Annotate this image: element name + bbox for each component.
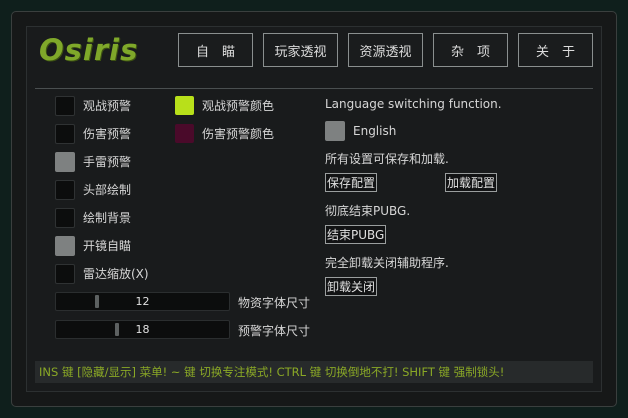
load-config-button[interactable]: 加载配置 xyxy=(445,173,498,192)
language-description: Language switching function. xyxy=(325,97,502,111)
color-option-label: 伤害预警颜色 xyxy=(202,127,275,141)
language-option-label: English xyxy=(353,123,397,138)
app-logo: Osiris xyxy=(39,33,139,67)
checkbox[interactable] xyxy=(55,263,75,284)
slider-handle[interactable] xyxy=(114,323,119,336)
language-option-english[interactable]: English xyxy=(325,120,396,141)
end-game-button[interactable]: 结束PUBG xyxy=(325,225,387,244)
slider-handle[interactable] xyxy=(94,295,99,308)
tab-player-esp[interactable]: 玩家透视 xyxy=(263,33,338,67)
color-swatch[interactable] xyxy=(175,96,194,115)
slider-value: 12 xyxy=(135,295,150,308)
checkbox[interactable] xyxy=(55,123,75,144)
checkbox[interactable] xyxy=(55,151,75,172)
hotkey-hint-text: INS 键 [隐藏/显示] 菜单! ~ 键 切换专注模式! CTRL 键 切换倒… xyxy=(39,365,505,379)
color-option-label: 观战预警颜色 xyxy=(202,99,275,113)
checkbox-row-scope-aim[interactable]: 开镜自瞄 xyxy=(55,235,131,256)
checkbox-row-spectator-warning[interactable]: 观战预警 xyxy=(55,95,131,116)
hotkey-hint-bar: INS 键 [隐藏/显示] 菜单! ~ 键 切换专注模式! CTRL 键 切换倒… xyxy=(35,361,593,383)
checkbox-label: 观战预警 xyxy=(83,99,132,113)
color-swatch[interactable] xyxy=(175,124,194,143)
checkbox-label: 头部绘制 xyxy=(83,183,132,197)
tab-aimbot[interactable]: 自 瞄 xyxy=(178,33,253,67)
checkbox-label: 雷达缩放(X) xyxy=(83,267,149,281)
checkbox-label: 绘制背景 xyxy=(83,211,132,225)
tab-item-esp[interactable]: 资源透视 xyxy=(348,33,423,67)
header-divider xyxy=(35,88,593,89)
color-option-spectator-warning[interactable]: 观战预警颜色 xyxy=(175,95,274,116)
warning-font-size-label: 预警字体尺寸 xyxy=(238,324,311,338)
checkbox-label: 开镜自瞄 xyxy=(83,239,132,253)
slider-value: 18 xyxy=(135,323,150,336)
save-description: 所有设置可保存和加载. xyxy=(325,152,449,166)
checkbox-row-grenade-warning[interactable]: 手雷预警 xyxy=(55,151,131,172)
checkbox[interactable] xyxy=(55,179,75,200)
end-game-description: 彻底结束PUBG. xyxy=(325,204,411,218)
checkbox-row-head-draw[interactable]: 头部绘制 xyxy=(55,179,131,200)
checkbox-label: 手雷预警 xyxy=(83,155,132,169)
save-config-button[interactable]: 保存配置 xyxy=(325,173,378,192)
item-font-size-slider[interactable]: 12 xyxy=(55,292,230,311)
item-font-size-label: 物资字体尺寸 xyxy=(238,296,311,310)
checkbox-label: 伤害预警 xyxy=(83,127,132,141)
checkbox[interactable] xyxy=(55,95,75,116)
checkbox-row-damage-warning[interactable]: 伤害预警 xyxy=(55,123,131,144)
checkbox[interactable] xyxy=(55,235,75,256)
uninstall-description: 完全卸载关闭辅助程序. xyxy=(325,256,449,270)
checkbox[interactable] xyxy=(55,207,75,228)
tab-about[interactable]: 关 于 xyxy=(518,33,593,67)
warning-font-size-slider[interactable]: 18 xyxy=(55,320,230,339)
color-option-damage-warning[interactable]: 伤害预警颜色 xyxy=(175,123,274,144)
uninstall-button[interactable]: 卸载关闭 xyxy=(325,277,378,296)
checkbox-row-draw-background[interactable]: 绘制背景 xyxy=(55,207,131,228)
checkbox[interactable] xyxy=(325,120,345,141)
tab-misc[interactable]: 杂 项 xyxy=(433,33,508,67)
checkbox-row-radar-zoom[interactable]: 雷达缩放(X) xyxy=(55,263,149,284)
